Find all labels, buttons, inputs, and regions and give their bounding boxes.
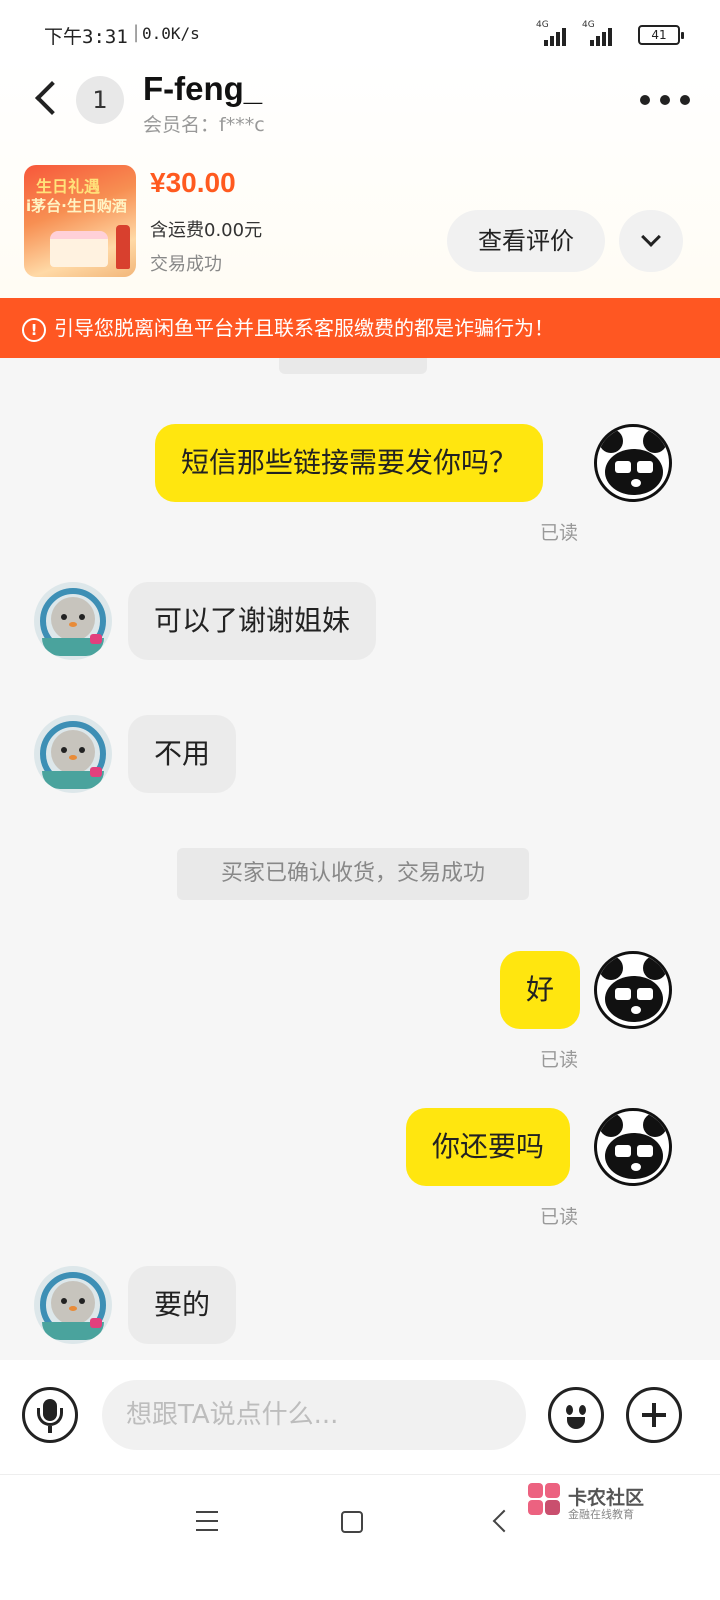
contact-avatar[interactable] <box>34 715 112 793</box>
expand-button[interactable] <box>619 210 683 272</box>
contact-name: F-feng_ <box>143 70 263 107</box>
incoming-message-bubble[interactable]: 可以了谢谢姐妹 <box>128 582 377 660</box>
home-button[interactable] <box>341 1511 363 1533</box>
unread-count-badge[interactable]: 1 <box>76 76 124 124</box>
self-avatar[interactable] <box>594 1108 672 1186</box>
signal-icon: 4G <box>582 20 622 46</box>
system-message-partial <box>279 358 427 374</box>
outgoing-message-bubble[interactable]: 短信那些链接需要发你吗？ <box>155 424 544 502</box>
incoming-message-bubble[interactable]: 不用 <box>128 715 237 793</box>
cake-illustration <box>50 231 108 267</box>
emoji-button[interactable] <box>548 1387 604 1443</box>
signal-icon: 4G <box>536 20 576 46</box>
read-status: 已读 <box>540 522 579 544</box>
fraud-warning-banner: ! 引导您脱离闲鱼平台并且联系客服缴费的都是诈骗行为！ <box>0 298 720 358</box>
chevron-down-icon <box>641 227 661 247</box>
member-name: 会员名：f***c <box>143 114 265 136</box>
contact-avatar[interactable] <box>34 582 112 660</box>
warning-text: 引导您脱离闲鱼平台并且联系客服缴费的都是诈骗行为！ <box>54 316 554 340</box>
product-price: ¥30.00 <box>150 167 236 198</box>
watermark: 卡农社区 金融在线教育 <box>528 1483 708 1523</box>
contact-avatar[interactable] <box>34 1266 112 1344</box>
input-bar <box>0 1360 720 1474</box>
back-chevron-icon <box>35 81 69 115</box>
recent-apps-button[interactable] <box>196 1511 220 1535</box>
outgoing-message-bubble[interactable]: 好 <box>500 951 581 1029</box>
product-thumbnail[interactable]: 生日礼遇 i茅台·生日购酒 <box>24 165 136 277</box>
status-time: 下午3:31 <box>44 26 128 48</box>
thumbnail-title: 生日礼遇 <box>36 177 101 196</box>
read-status: 已读 <box>540 1206 579 1228</box>
self-avatar[interactable] <box>594 951 672 1029</box>
voice-button[interactable] <box>22 1387 78 1443</box>
view-review-button[interactable]: 查看评价 <box>447 210 605 272</box>
incoming-message-bubble[interactable]: 要的 <box>128 1266 237 1344</box>
system-back-button[interactable] <box>492 1509 516 1533</box>
outgoing-message-bubble[interactable]: 你还要吗 <box>406 1108 571 1186</box>
message-input[interactable] <box>102 1380 526 1450</box>
smiley-icon <box>566 1405 573 1415</box>
watermark-logo-icon <box>528 1483 562 1517</box>
back-button[interactable] <box>30 78 70 122</box>
system-message: 买家已确认收货，交易成功 <box>177 848 529 900</box>
read-status: 已读 <box>540 1049 579 1071</box>
more-dots-icon <box>680 95 690 105</box>
network-speed: 0.0K/s <box>142 24 200 43</box>
battery-level: 41 <box>651 28 667 42</box>
status-bar: 下午3:31 | 0.0K/s 4G 4G 41 <box>0 0 720 60</box>
thumbnail-subtitle: i茅台·生日购酒 <box>26 197 127 215</box>
watermark-subtitle: 金融在线教育 <box>568 1508 634 1521</box>
bottle-illustration <box>116 225 130 269</box>
shipping-fee: 含运费0.00元 <box>150 220 263 241</box>
message-list[interactable]: 短信那些链接需要发你吗？ 已读 可以了谢谢姐妹 不用 买家已确认收货，交易成功 … <box>0 358 720 1360</box>
status-separator: | <box>133 22 140 43</box>
battery-icon: 41 <box>638 25 684 45</box>
add-button[interactable] <box>626 1387 682 1443</box>
self-avatar[interactable] <box>594 424 672 502</box>
more-button[interactable] <box>640 90 690 110</box>
order-status: 交易成功 <box>150 254 222 275</box>
more-dots-icon <box>660 95 670 105</box>
more-dots-icon <box>640 95 650 105</box>
system-navigation-bar: 卡农社区 金融在线教育 <box>0 1474 720 1600</box>
warning-icon: ! <box>22 317 46 342</box>
